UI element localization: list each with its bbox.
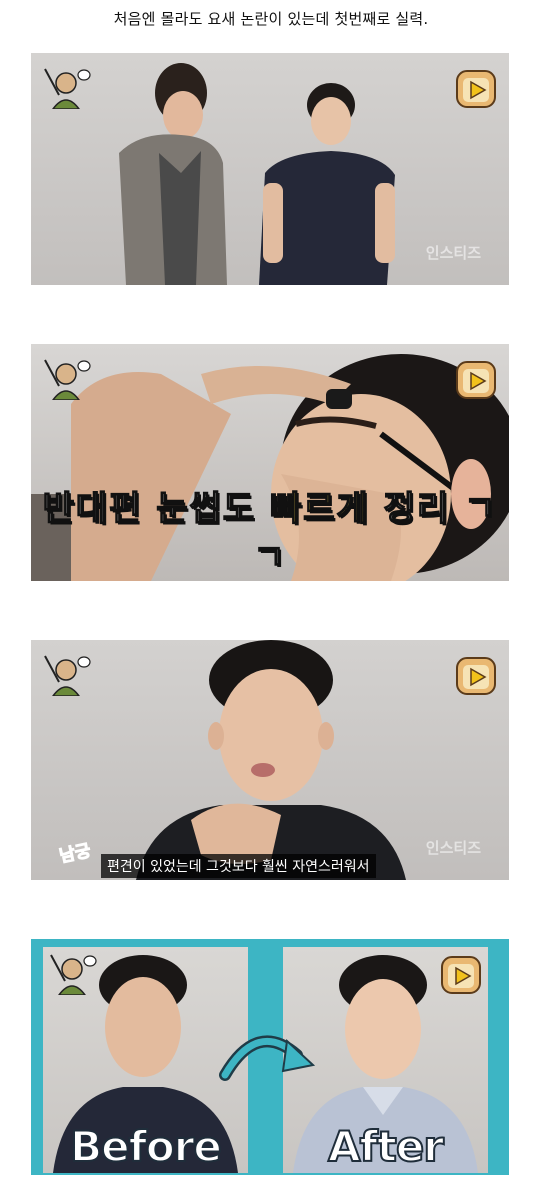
makeup-channel-icon	[44, 359, 91, 400]
watermark: 인스티즈	[425, 839, 481, 857]
video-frame-2: 반대편 눈썹도 빠르게 정리 ㄱㄱ	[31, 344, 509, 581]
post-caption: 처음엔 몰라도 요새 논란이 있는데 첫번째로 실력.	[113, 10, 429, 28]
video-frame-3: 인스티즈 남궁 편견이 있었는데 그것보다 훨씬 자연스러워서	[31, 640, 509, 880]
toast-play-icon	[441, 956, 481, 994]
watermark: 인스티즈	[425, 244, 481, 262]
toast-play-icon	[456, 70, 496, 108]
subtitle-pre: 반대편 눈썹도	[42, 488, 270, 530]
subtitle: 편견이 있었는데 그것보다 훨씬 자연스러워서	[101, 854, 376, 878]
after-label: After	[327, 1121, 445, 1172]
makeup-channel-icon	[44, 68, 91, 109]
curved-arrow-icon	[219, 1035, 316, 1081]
video-frame-1: 인스티즈	[31, 53, 509, 285]
subtitle-highlight: 빠르게	[269, 488, 370, 530]
makeup-channel-icon	[44, 655, 91, 696]
before-label: Before	[69, 1121, 223, 1172]
makeup-channel-icon	[50, 954, 97, 995]
toast-play-icon	[456, 657, 496, 695]
before-after-frame: Before After	[31, 939, 509, 1175]
toast-play-icon	[456, 361, 496, 399]
subtitle: 반대편 눈썹도 빠르게 정리 ㄱㄱ	[31, 481, 509, 579]
